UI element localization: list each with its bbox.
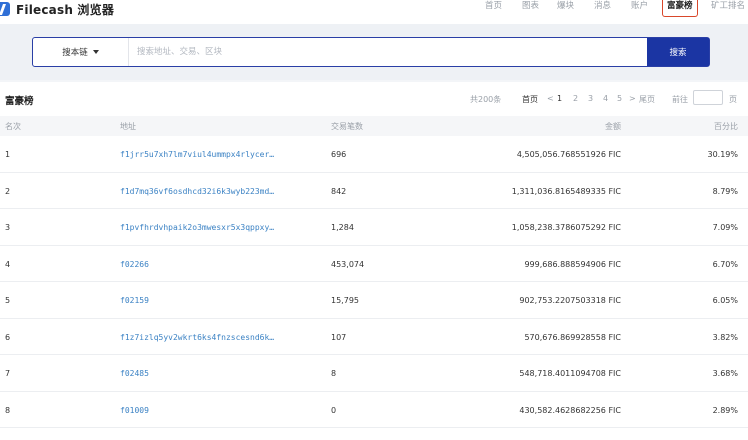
search-input[interactable] xyxy=(129,38,647,66)
pager-last[interactable]: 尾页 xyxy=(639,94,655,105)
search-box: 搜本链 搜索 xyxy=(32,37,710,67)
pager-goto-label: 前往 xyxy=(672,95,688,104)
table-row: 7 f02485 8 548,718.4011094708 FIC 3.68% xyxy=(0,355,748,392)
nav-accounts[interactable]: 账户 xyxy=(631,0,648,16)
tx-count-cell: 0 xyxy=(331,405,337,415)
address-link[interactable]: f1pvfhrdvhpaik2o3mwesxr5x3qppxy… xyxy=(120,223,274,232)
pager-next[interactable]: > xyxy=(629,94,636,103)
table-row: 5 f02159 15,795 902,753.2207503318 FIC 6.05% xyxy=(0,282,748,319)
table-row: 1 f1jrr5u7xh7lm7viul4ummpx4rlycer… 696 4,50… xyxy=(0,136,748,173)
tx-count-cell: 842 xyxy=(331,186,347,196)
amount-cell: 1,058,238.3786075292 FIC xyxy=(511,223,621,232)
amount-cell: 902,753.2207503318 FIC xyxy=(519,296,621,305)
nav-blocks[interactable]: 爆块 xyxy=(557,0,574,16)
table-row: 6 f1z7izlq5yv2wkrt6ks4fnzscesnd6k… 107 570,… xyxy=(0,318,748,355)
tx-count-cell: 107 xyxy=(331,332,347,342)
panel-header: 富豪榜 共200条 首页 < 1 2 3 4 5 > 尾页 前往 页 xyxy=(0,82,748,116)
amount-cell: 430,582.4628682256 FIC xyxy=(519,405,621,415)
app-title: Filecash 浏览器 xyxy=(16,2,115,17)
search-scope-label: 搜本链 xyxy=(62,48,88,58)
percentage-cell: 6.05% xyxy=(712,296,738,305)
address-link[interactable]: f1jrr5u7xh7lm7viul4ummpx4rlycer… xyxy=(120,150,274,159)
pager-page-5[interactable]: 5 xyxy=(617,94,622,103)
address-link[interactable]: f02159 xyxy=(120,296,149,305)
filecash-logo-icon xyxy=(0,2,10,16)
panel-title: 富豪榜 xyxy=(5,96,34,107)
address-link[interactable]: f02266 xyxy=(120,260,149,269)
address-link[interactable]: f1z7izlq5yv2wkrt6ks4fnzscesnd6k… xyxy=(120,333,274,342)
table-row: 8 f01009 0 430,582.4628682256 FIC 2.89% xyxy=(0,391,748,428)
rank-cell: 4 xyxy=(5,259,11,269)
address-link[interactable]: f02485 xyxy=(120,369,149,378)
goto-page-input[interactable] xyxy=(693,90,723,105)
rank-cell: 3 xyxy=(5,223,11,232)
amount-cell: 4,505,056.768551926 FIC xyxy=(516,150,621,159)
caret-down-icon xyxy=(92,50,99,54)
pager-page-1[interactable]: 1 xyxy=(557,94,562,103)
nav-miner-ranking[interactable]: 矿工排名 xyxy=(711,0,745,16)
percentage-cell: 2.89% xyxy=(712,405,738,415)
rank-cell: 1 xyxy=(5,150,11,159)
amount-cell: 548,718.4011094708 FIC xyxy=(519,369,621,378)
col-rank: 名次 xyxy=(5,122,21,131)
table-header: 名次 地址 交易笔数 金额 百分比 xyxy=(0,116,748,136)
rank-cell: 5 xyxy=(5,296,11,305)
total-count: 共200条 xyxy=(470,95,502,104)
col-percentage: 百分比 xyxy=(714,122,738,131)
pager-page-2[interactable]: 2 xyxy=(573,94,578,103)
amount-cell: 1,311,036.8165489335 FIC xyxy=(511,186,621,196)
search-scope-select[interactable]: 搜本链 xyxy=(33,38,129,66)
percentage-cell: 6.70% xyxy=(712,259,738,269)
percentage-cell: 30.19% xyxy=(707,150,738,159)
pager-first[interactable]: 首页 xyxy=(522,94,538,105)
table-row: 3 f1pvfhrdvhpaik2o3mwesxr5x3qppxy… 1,284 1,… xyxy=(0,209,748,246)
col-address: 地址 xyxy=(120,122,136,131)
nav-rich-list[interactable]: 富豪榜 xyxy=(662,0,698,17)
pager-page-4[interactable]: 4 xyxy=(603,94,608,103)
nav-home[interactable]: 首页 xyxy=(485,0,502,16)
address-link[interactable]: f1d7mq36vf6osdhcd32i6k3wyb223md… xyxy=(120,187,274,196)
amount-cell: 570,676.869928558 FIC xyxy=(524,332,621,342)
top-bar: Filecash 浏览器 首页 图表 爆块 消息 账户 富豪榜 矿工排名 xyxy=(0,0,748,24)
rank-cell: 2 xyxy=(5,186,11,196)
table-row: 2 f1d7mq36vf6osdhcd32i6k3wyb223md… 842 1,31… xyxy=(0,172,748,209)
rank-cell: 6 xyxy=(5,332,11,342)
rich-list-panel: 富豪榜 共200条 首页 < 1 2 3 4 5 > 尾页 前往 页 名次 地址… xyxy=(0,82,748,440)
col-tx-count: 交易笔数 xyxy=(331,122,363,131)
percentage-cell: 7.09% xyxy=(712,223,738,232)
tx-count-cell: 1,284 xyxy=(331,223,354,232)
logo[interactable]: Filecash 浏览器 xyxy=(0,0,114,18)
pager-page-3[interactable]: 3 xyxy=(588,94,593,103)
search-area: 搜本链 搜索 xyxy=(0,24,748,80)
pager-page-unit: 页 xyxy=(729,95,737,104)
pager-prev[interactable]: < xyxy=(547,94,554,103)
address-link[interactable]: f01009 xyxy=(120,406,149,415)
tx-count-cell: 696 xyxy=(331,150,347,159)
search-button[interactable]: 搜索 xyxy=(647,38,709,66)
tx-count-cell: 453,074 xyxy=(331,259,365,269)
tx-count-cell: 8 xyxy=(331,369,337,378)
table-row: 4 f02266 453,074 999,686.888594906 FIC 6.70% xyxy=(0,245,748,282)
tx-count-cell: 15,795 xyxy=(331,296,359,305)
amount-cell: 999,686.888594906 FIC xyxy=(524,259,621,269)
rank-cell: 7 xyxy=(5,369,11,378)
col-amount: 金额 xyxy=(605,122,621,131)
nav-charts[interactable]: 图表 xyxy=(522,0,539,16)
percentage-cell: 8.79% xyxy=(712,186,738,196)
percentage-cell: 3.68% xyxy=(712,369,738,378)
nav-messages[interactable]: 消息 xyxy=(594,0,611,16)
percentage-cell: 3.82% xyxy=(712,332,738,342)
rank-cell: 8 xyxy=(5,405,11,415)
